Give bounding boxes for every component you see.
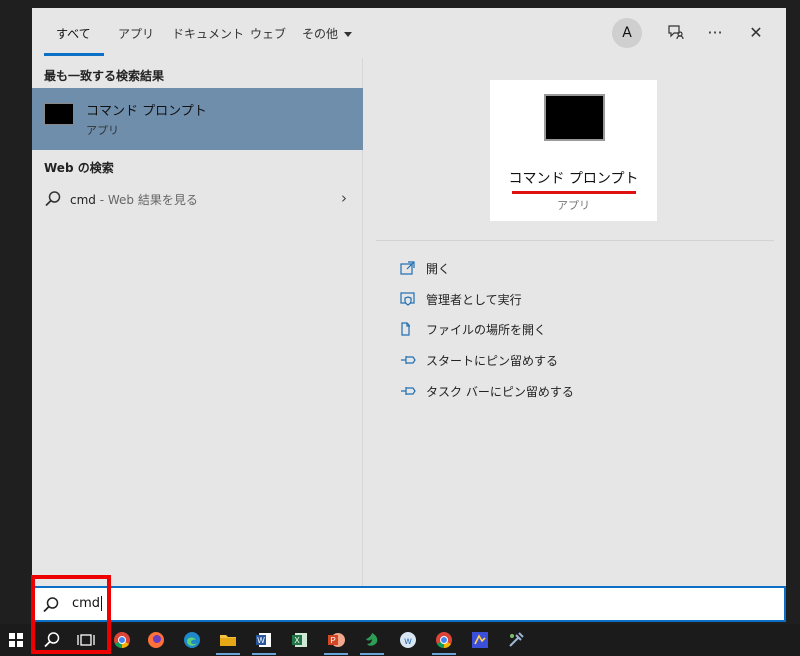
red-underline-annotation [512, 191, 636, 194]
pin-icon [401, 387, 416, 395]
chrome-icon[interactable] [110, 628, 134, 652]
open-icon [400, 261, 415, 275]
chrome-alt-icon[interactable] [432, 628, 456, 655]
word-icon[interactable]: W [252, 628, 276, 655]
svg-text:W: W [257, 636, 265, 645]
close-button[interactable]: ✕ [744, 20, 768, 44]
search-icon [43, 597, 59, 613]
action-run-as-admin[interactable]: 管理者として実行 [399, 289, 522, 309]
app-title: コマンド プロンプト [508, 171, 639, 187]
file-explorer-icon[interactable] [216, 628, 240, 655]
action-label: スタートにピン留めする [426, 353, 559, 368]
web-query-text: cmd [70, 193, 96, 207]
svg-text:w: w [403, 636, 412, 647]
tab-web[interactable]: ウェブ [250, 25, 286, 42]
action-label: ファイルの場所を開く [426, 322, 547, 337]
best-match-item[interactable]: コマンド プロンプト アプリ [32, 88, 363, 150]
tab-bar: すべて アプリ ドキュメント ウェブ その他 A ··· ✕ [32, 8, 786, 58]
more-options-button[interactable]: ··· [703, 20, 727, 44]
shield-admin-icon [400, 292, 415, 306]
powerpoint-icon[interactable]: P [324, 628, 348, 655]
svg-text:P: P [330, 636, 335, 645]
excel-icon[interactable]: X [288, 628, 312, 652]
search-input[interactable]: cmd [32, 586, 786, 622]
action-open[interactable]: 開く [399, 258, 450, 278]
running-indicator [324, 653, 348, 655]
web-search-item[interactable]: cmd - Web 結果を見る › [32, 184, 363, 214]
action-pin-to-taskbar[interactable]: タスク バーにピン留めする [399, 381, 574, 401]
chevron-down-icon [344, 32, 353, 37]
divider [376, 240, 774, 241]
command-prompt-icon [544, 94, 605, 141]
edge-icon[interactable] [180, 628, 204, 652]
pin-icon [401, 356, 416, 364]
avatar[interactable]: A [612, 18, 642, 48]
app-tool-icon[interactable] [504, 628, 528, 652]
search-icon [45, 191, 61, 207]
tab-more-label: その他 [302, 27, 339, 41]
app-green-icon[interactable] [360, 628, 384, 655]
firefox-icon[interactable] [144, 628, 168, 652]
best-match-subtitle: アプリ [86, 124, 119, 137]
tab-all[interactable]: すべて [56, 25, 91, 42]
action-open-file-location[interactable]: ファイルの場所を開く [399, 319, 546, 339]
active-tab-indicator [44, 53, 104, 56]
results-pane: 最も一致する検索結果 コマンド プロンプト アプリ Web の検索 cmd - … [32, 58, 363, 588]
web-search-heading: Web の検索 [44, 161, 114, 175]
search-icon[interactable] [40, 628, 64, 652]
running-indicator [216, 653, 240, 655]
feedback-icon[interactable] [664, 20, 688, 44]
taskbar: W X P w [0, 624, 800, 656]
chevron-right-icon: › [341, 189, 347, 207]
app-type: アプリ [557, 199, 590, 212]
svg-text:X: X [294, 636, 300, 645]
command-prompt-icon [44, 103, 74, 125]
search-value: cmd [72, 596, 101, 611]
running-indicator [252, 653, 276, 655]
app-preview-card: コマンド プロンプト アプリ [490, 80, 657, 221]
running-indicator [432, 653, 456, 655]
action-pin-to-start[interactable]: スタートにピン留めする [399, 350, 558, 370]
search-flyout: すべて アプリ ドキュメント ウェブ その他 A ··· ✕ 最も一致する検索結… [32, 8, 786, 588]
windows-start-icon[interactable] [4, 628, 28, 652]
tab-more[interactable]: その他 [302, 25, 353, 42]
app-w-icon[interactable]: w [396, 628, 420, 652]
app-blue-icon[interactable] [468, 628, 492, 652]
tab-documents[interactable]: ドキュメント [172, 25, 244, 42]
file-location-icon [401, 322, 410, 336]
task-view-icon[interactable] [74, 628, 98, 652]
web-result-suffix: - Web 結果を見る [95, 193, 198, 207]
best-match-heading: 最も一致する検索結果 [44, 69, 165, 83]
best-match-title: コマンド プロンプト [86, 104, 207, 119]
action-label: タスク バーにピン留めする [426, 384, 574, 399]
preview-pane: コマンド プロンプト アプリ 開く 管理者として実行 ファイルの場所を開く スタ… [363, 58, 786, 588]
text-caret [101, 596, 103, 611]
tab-apps[interactable]: アプリ [118, 25, 154, 42]
action-label: 管理者として実行 [426, 292, 522, 307]
running-indicator [360, 653, 384, 655]
action-label: 開く [426, 261, 451, 276]
